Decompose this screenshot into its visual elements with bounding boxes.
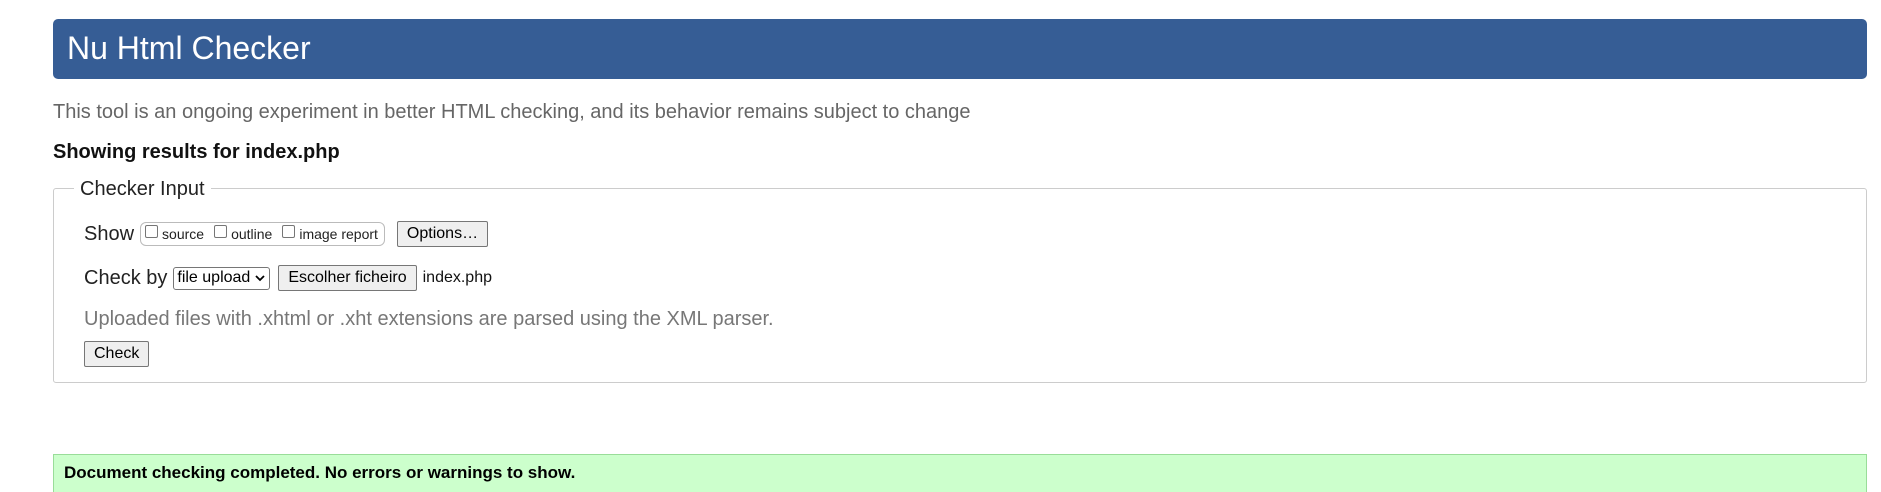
toggle-outline[interactable]: outline — [214, 224, 273, 242]
xml-parser-note: Uploaded files with .xhtml or .xht exten… — [84, 308, 774, 330]
check-by-select[interactable]: file upload — [173, 266, 271, 290]
options-button[interactable]: Options… — [396, 221, 489, 247]
check-by-row: Check by file upload Escolher ficheiro i… — [84, 265, 492, 291]
chevron-down-icon — [255, 273, 265, 283]
selected-file-name: index.php — [422, 269, 492, 286]
tagline: This tool is an ongoing experiment in be… — [53, 101, 971, 123]
image-report-checkbox[interactable] — [282, 224, 296, 238]
page: Nu Html Checker This tool is an ongoing … — [0, 0, 1881, 492]
check-by-label: Check by — [84, 267, 168, 289]
outline-checkbox[interactable] — [214, 224, 228, 238]
check-by-value: file upload — [177, 269, 251, 286]
show-row: Show source outline image report Options… — [84, 221, 489, 247]
check-button[interactable]: Check — [84, 341, 150, 367]
page-title: Nu Html Checker — [67, 30, 311, 66]
source-checkbox[interactable] — [145, 224, 159, 238]
header-banner: Nu Html Checker — [53, 19, 1867, 79]
toggle-source[interactable]: source — [145, 224, 205, 242]
checker-input-legend: Checker Input — [74, 177, 211, 201]
toggle-image-report[interactable]: image report — [282, 224, 378, 242]
show-label: Show — [84, 223, 135, 245]
check-button-wrap: Check — [84, 341, 150, 367]
toggle-source-label: source — [162, 226, 205, 242]
choose-file-button[interactable]: Escolher ficheiro — [278, 265, 417, 291]
success-message: Document checking completed. No errors o… — [53, 454, 1867, 492]
toggle-image-report-label: image report — [299, 226, 378, 242]
checker-input-fieldset: Checker Input Show source outline image … — [53, 177, 1867, 383]
results-heading: Showing results for index.php — [53, 141, 340, 163]
show-toggles: source outline image report — [140, 222, 385, 246]
toggle-outline-label: outline — [231, 226, 273, 242]
